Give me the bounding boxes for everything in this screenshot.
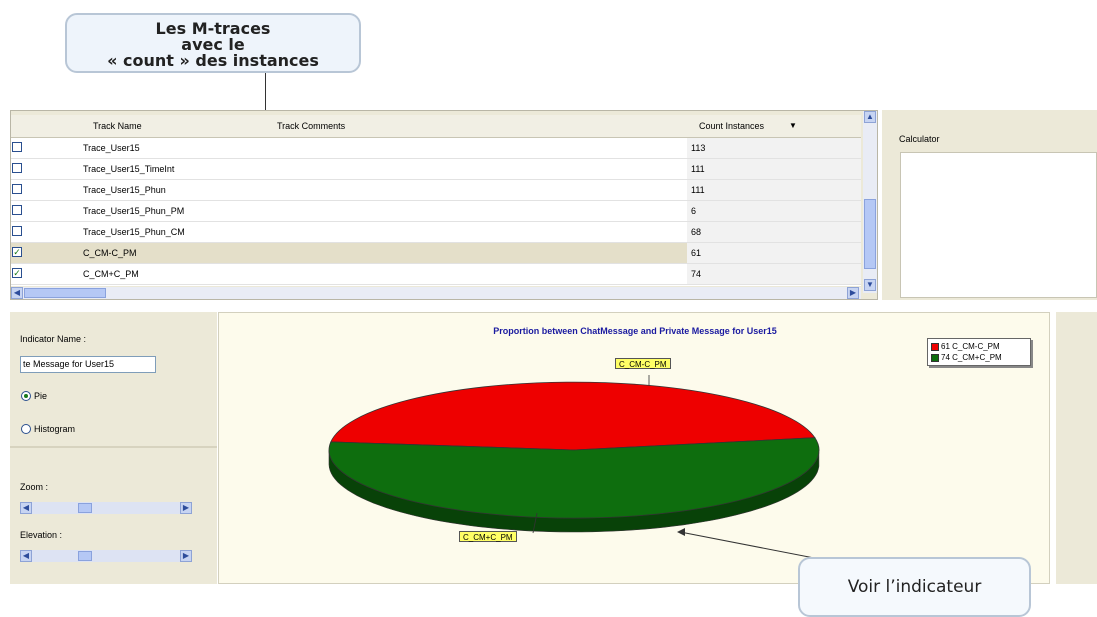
controls-divider — [10, 446, 217, 448]
calculator-area[interactable] — [900, 152, 1097, 298]
indicator-controls: Indicator Name : te Message for User15 P… — [10, 312, 217, 584]
row-checkbox[interactable]: ✓ — [12, 268, 22, 278]
count-cell-bg — [687, 201, 861, 221]
track-grid: Track Name Track Comments Count Instance… — [10, 110, 878, 300]
checkmark-icon: ✓ — [13, 247, 21, 257]
zoom-label: Zoom : — [20, 482, 49, 492]
elevation-increase-icon[interactable]: ▶ — [180, 550, 192, 562]
legend-swatch-green — [931, 353, 939, 362]
count-cell-bg — [687, 180, 861, 200]
callout-m-traces: Les M-traces avec le « count » des insta… — [65, 13, 361, 73]
histogram-radio-label[interactable]: Histogram — [34, 424, 75, 434]
header-track-name[interactable]: Track Name — [93, 121, 142, 131]
grid-horizontal-scrollbar[interactable]: ◀ ▶ — [11, 287, 861, 299]
track-name-cell: C_CM+C_PM — [83, 269, 139, 279]
track-name-cell: Trace_User15 — [83, 143, 140, 153]
indicator-name-input[interactable]: te Message for User15 — [20, 356, 156, 373]
legend-item-0: 61 C_CM-C_PM — [931, 342, 1000, 351]
slice-label-1: C_CM+C_PM — [459, 531, 517, 542]
legend-item-1: 74 C_CM+C_PM — [931, 353, 1002, 362]
zoom-slider[interactable]: ◀ ▶ — [20, 502, 192, 514]
track-name-cell: Trace_User15_TimeInt — [83, 164, 175, 174]
horizontal-scroll-thumb[interactable] — [24, 288, 106, 298]
elevation-decrease-icon[interactable]: ◀ — [20, 550, 32, 562]
track-name-cell: Trace_User15_Phun — [83, 185, 166, 195]
scroll-up-icon[interactable]: ▲ — [864, 111, 876, 123]
sort-desc-icon[interactable]: ▼ — [789, 121, 797, 130]
count-instances-cell: 68 — [691, 227, 702, 237]
table-row[interactable]: Trace_User15_Phun_PM 6 — [11, 201, 861, 222]
count-instances-cell: 61 — [691, 248, 702, 258]
legend-item-1-text: 74 C_CM+C_PM — [941, 353, 1002, 362]
pie-chart — [328, 375, 820, 534]
zoom-decrease-icon[interactable]: ◀ — [20, 502, 32, 514]
count-instances-cell: 111 — [691, 185, 705, 195]
count-cell-bg — [687, 159, 861, 179]
legend-swatch-red — [931, 342, 939, 351]
zoom-slider-thumb[interactable] — [78, 503, 92, 513]
header-count-instances[interactable]: Count Instances — [699, 121, 764, 131]
table-row[interactable]: Trace_User15_Phun_CM 68 — [11, 222, 861, 243]
right-side-panel — [1056, 312, 1097, 584]
zoom-increase-icon[interactable]: ▶ — [180, 502, 192, 514]
pie-slice-0 — [330, 381, 816, 451]
histogram-radio[interactable] — [21, 424, 31, 434]
count-cell-bg — [687, 243, 861, 263]
chart-legend: 61 C_CM-C_PM 74 C_CM+C_PM — [927, 338, 1031, 366]
table-row[interactable]: ✓ C_CM+C_PM 74 — [11, 264, 861, 285]
row-checkbox[interactable] — [12, 205, 22, 215]
count-cell-bg — [687, 264, 861, 284]
pie-radio-label[interactable]: Pie — [34, 391, 47, 401]
elevation-slider[interactable]: ◀ ▶ — [20, 550, 192, 562]
count-cell-bg — [687, 222, 861, 242]
grid-body: Trace_User15 113 Trace_User15_TimeInt 111 Tr… — [11, 138, 861, 286]
row-checkbox[interactable] — [12, 184, 22, 194]
table-row[interactable]: Trace_User15_TimeInt 111 — [11, 159, 861, 180]
grid-vertical-scrollbar[interactable]: ▲ ▼ — [863, 111, 877, 293]
table-row[interactable]: ✓ C_CM-C_PM 61 — [11, 243, 861, 264]
callout-voir-indicateur: Voir l’indicateur — [798, 557, 1031, 617]
slice-label-0: C_CM-C_PM — [615, 358, 671, 369]
table-row[interactable]: Trace_User15 113 — [11, 138, 861, 159]
calculator-label: Calculator — [899, 134, 940, 144]
row-checkbox[interactable] — [12, 226, 22, 236]
count-instances-cell: 6 — [691, 206, 697, 216]
scroll-down-icon[interactable]: ▼ — [864, 279, 876, 291]
track-name-cell: Trace_User15_Phun_PM — [83, 206, 185, 216]
track-name-cell: C_CM-C_PM — [83, 248, 137, 258]
calculator-panel: Calculator — [882, 110, 1097, 300]
count-instances-cell: 111 — [691, 164, 705, 174]
row-checkbox[interactable] — [12, 142, 22, 152]
header-track-comments[interactable]: Track Comments — [277, 121, 345, 131]
scroll-left-icon[interactable]: ◀ — [11, 287, 23, 299]
table-row[interactable]: Trace_User15_Phun 111 — [11, 180, 861, 201]
count-instances-cell: 113 — [691, 143, 706, 153]
elevation-label: Elevation : — [20, 530, 63, 540]
track-name-cell: Trace_User15_Phun_CM — [83, 227, 185, 237]
callout-top-line3: « count » des instances — [107, 51, 319, 70]
callout-bottom-arrowhead — [677, 528, 685, 536]
row-checkbox[interactable] — [12, 163, 22, 173]
vertical-scroll-thumb[interactable] — [864, 199, 876, 269]
pie-radio[interactable] — [21, 391, 31, 401]
legend-item-0-text: 61 C_CM-C_PM — [941, 342, 1000, 351]
indicator-name-label: Indicator Name : — [20, 334, 87, 344]
count-cell-bg — [687, 138, 861, 158]
elevation-slider-thumb[interactable] — [78, 551, 92, 561]
checkmark-icon: ✓ — [13, 268, 21, 278]
count-instances-cell: 74 — [691, 269, 702, 279]
row-checkbox[interactable]: ✓ — [12, 247, 22, 257]
scroll-right-icon[interactable]: ▶ — [847, 287, 859, 299]
chart-panel: Proportion between ChatMessage and Priva… — [218, 312, 1050, 584]
grid-header: Track Name Track Comments Count Instance… — [11, 115, 861, 138]
